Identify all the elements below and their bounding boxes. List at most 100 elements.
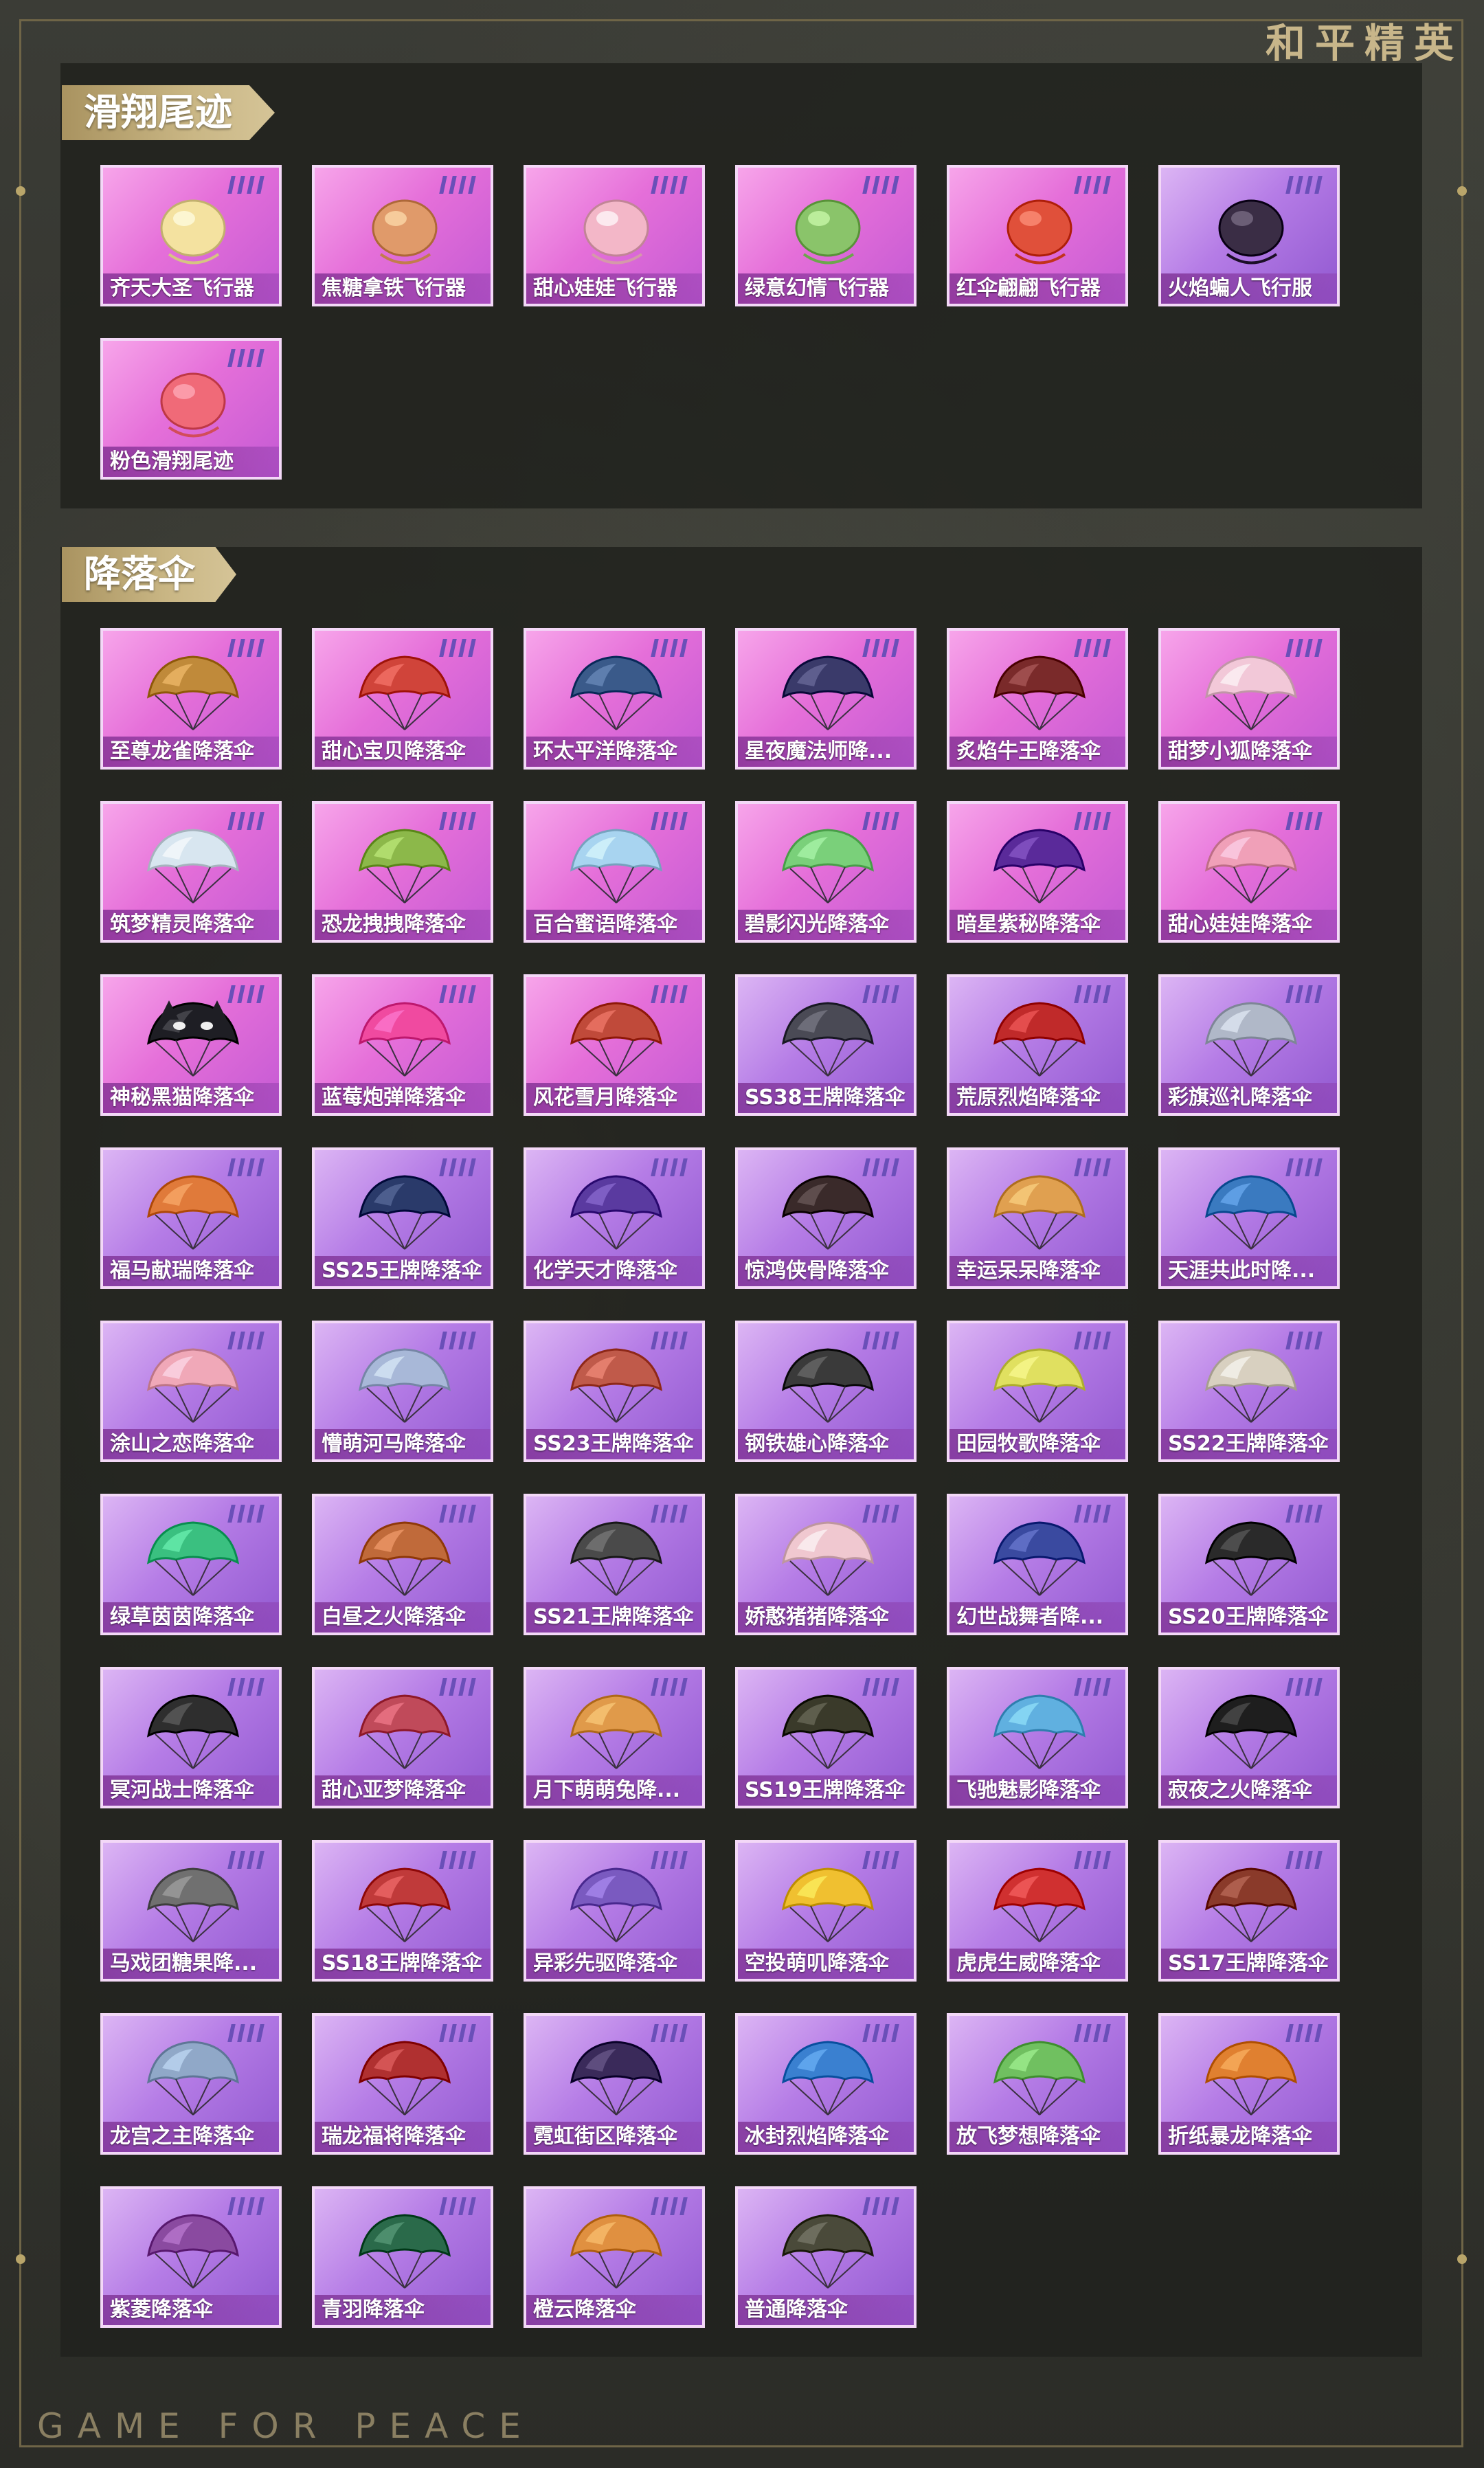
item-card[interactable]: 月下萌萌兔降... [524,1667,705,1808]
latte-glider-icon [372,199,438,265]
item-card[interactable]: 炙焰牛王降落伞 [947,628,1128,770]
item-card[interactable]: 至尊龙雀降落伞 [100,628,282,770]
item-card[interactable]: 焦糖拿铁飞行器 [312,165,493,306]
parachute-icon [146,2214,240,2289]
item-name: 寂夜之火降落伞 [1161,1775,1337,1806]
item-name: 筑梦精灵降落伞 [103,910,279,940]
item-card[interactable]: 冰封烈焰降落伞 [735,2013,917,2155]
item-card[interactable]: SS19王牌降落伞 [735,1667,917,1808]
item-card[interactable]: 甜心娃娃降落伞 [1158,801,1340,943]
item-card[interactable]: 橙云降落伞 [524,2186,705,2328]
frame-dot-icon [1457,186,1467,196]
item-card[interactable]: 百合蜜语降落伞 [524,801,705,943]
item-card[interactable]: 放飞梦想降落伞 [947,2013,1128,2155]
parachute-icon [570,1867,663,1942]
item-card[interactable]: 甜心娃娃飞行器 [524,165,705,306]
item-name: 化学天才降落伞 [526,1256,702,1286]
item-card[interactable]: SS23王牌降落伞 [524,1321,705,1462]
item-card[interactable]: 霓虹街区降落伞 [524,2013,705,2155]
item-name: 粉色滑翔尾迹 [103,447,279,477]
item-card[interactable]: 彩旗巡礼降落伞 [1158,974,1340,1116]
parachute-icon [993,829,1086,904]
item-card[interactable]: 飞驰魅影降落伞 [947,1667,1128,1808]
item-card[interactable]: SS20王牌降落伞 [1158,1494,1340,1635]
item-card[interactable]: 空投萌叽降落伞 [735,1840,917,1982]
item-card[interactable]: 化学天才降落伞 [524,1147,705,1289]
item-card[interactable]: 紫菱降落伞 [100,2186,282,2328]
item-card[interactable]: 瑞龙福将降落伞 [312,2013,493,2155]
item-card[interactable]: SS38王牌降落伞 [735,974,917,1116]
item-card[interactable]: 寂夜之火降落伞 [1158,1667,1340,1808]
parachute-icon [781,1002,875,1077]
parachute-icon [146,1348,240,1423]
item-card[interactable]: 甜心亚梦降落伞 [312,1667,493,1808]
item-card[interactable]: 娇憨猪猪降落伞 [735,1494,917,1635]
item-name: 懵萌河马降落伞 [315,1429,491,1459]
item-card[interactable]: 绿意幻情飞行器 [735,165,917,306]
item-card[interactable]: 粉色滑翔尾迹 [100,338,282,480]
parachute-icon [358,1348,451,1423]
item-card[interactable]: 钢铁雄心降落伞 [735,1321,917,1462]
item-name: 冥河战士降落伞 [103,1775,279,1806]
item-card[interactable]: 火焰蝙人飞行服 [1158,165,1340,306]
item-card[interactable]: 荒原烈焰降落伞 [947,974,1128,1116]
item-card[interactable]: 折纸暴龙降落伞 [1158,2013,1340,2155]
item-card[interactable]: 冥河战士降落伞 [100,1667,282,1808]
item-card[interactable]: 福马献瑞降落伞 [100,1147,282,1289]
parachute-icon [358,655,451,730]
item-card[interactable]: 幻世战舞者降... [947,1494,1128,1635]
parachute-icon [993,1002,1086,1077]
item-card[interactable]: SS18王牌降落伞 [312,1840,493,1982]
item-card[interactable]: 筑梦精灵降落伞 [100,801,282,943]
item-card[interactable]: 涂山之恋降落伞 [100,1321,282,1462]
parachute-icon [1204,2041,1298,2116]
golden-cloud-glider-icon [160,199,226,265]
item-card[interactable]: 碧影闪光降落伞 [735,801,917,943]
item-card[interactable]: 龙宫之主降落伞 [100,2013,282,2155]
item-card[interactable]: 绿草茵茵降落伞 [100,1494,282,1635]
item-card[interactable]: 天涯共此时降... [1158,1147,1340,1289]
item-name: 恐龙拽拽降落伞 [315,910,491,940]
item-name: 彩旗巡礼降落伞 [1161,1083,1337,1113]
item-card[interactable]: 蓝莓炮弹降落伞 [312,974,493,1116]
frame-dot-icon [16,2254,25,2264]
item-card[interactable]: 惊鸿侠骨降落伞 [735,1147,917,1289]
item-card[interactable]: 环太平洋降落伞 [524,628,705,770]
item-card[interactable]: 青羽降落伞 [312,2186,493,2328]
item-card[interactable]: 甜梦小狐降落伞 [1158,628,1340,770]
item-card[interactable]: 马戏团糖果降... [100,1840,282,1982]
item-name: 马戏团糖果降... [103,1949,279,1979]
parachute-icon [570,1348,663,1423]
item-card[interactable]: 虎虎生威降落伞 [947,1840,1128,1982]
item-name: SS19王牌降落伞 [738,1775,914,1806]
item-card[interactable]: 懵萌河马降落伞 [312,1321,493,1462]
item-name: 放飞梦想降落伞 [949,2122,1125,2152]
item-name: 荒原烈焰降落伞 [949,1083,1125,1113]
parachute-icon [358,2041,451,2116]
parachute-icon [146,2041,240,2116]
item-card[interactable]: 田园牧歌降落伞 [947,1321,1128,1462]
item-card[interactable]: 神秘黑猫降落伞 [100,974,282,1116]
parachute-icon [1204,829,1298,904]
item-name: SS21王牌降落伞 [526,1602,702,1633]
item-card[interactable]: 甜心宝贝降落伞 [312,628,493,770]
section-title-trail: 滑翔尾迹 [62,85,275,140]
item-card[interactable]: 幸运呆呆降落伞 [947,1147,1128,1289]
item-card[interactable]: SS17王牌降落伞 [1158,1840,1340,1982]
item-name: 甜梦小狐降落伞 [1161,737,1337,767]
item-card[interactable]: SS21王牌降落伞 [524,1494,705,1635]
item-name: 飞驰魅影降落伞 [949,1775,1125,1806]
item-name: 蓝莓炮弹降落伞 [315,1083,491,1113]
item-card[interactable]: 异彩先驱降落伞 [524,1840,705,1982]
item-card[interactable]: 星夜魔法师降... [735,628,917,770]
item-card[interactable]: 齐天大圣飞行器 [100,165,282,306]
item-card[interactable]: 红伞翩翩飞行器 [947,165,1128,306]
item-card[interactable]: 恐龙拽拽降落伞 [312,801,493,943]
item-card[interactable]: 暗星紫秘降落伞 [947,801,1128,943]
item-card[interactable]: SS22王牌降落伞 [1158,1321,1340,1462]
item-card[interactable]: 普通降落伞 [735,2186,917,2328]
item-card[interactable]: SS25王牌降落伞 [312,1147,493,1289]
item-card[interactable]: 风花雪月降落伞 [524,974,705,1116]
item-card[interactable]: 白昼之火降落伞 [312,1494,493,1635]
item-name: 绿意幻情飞行器 [738,273,914,304]
